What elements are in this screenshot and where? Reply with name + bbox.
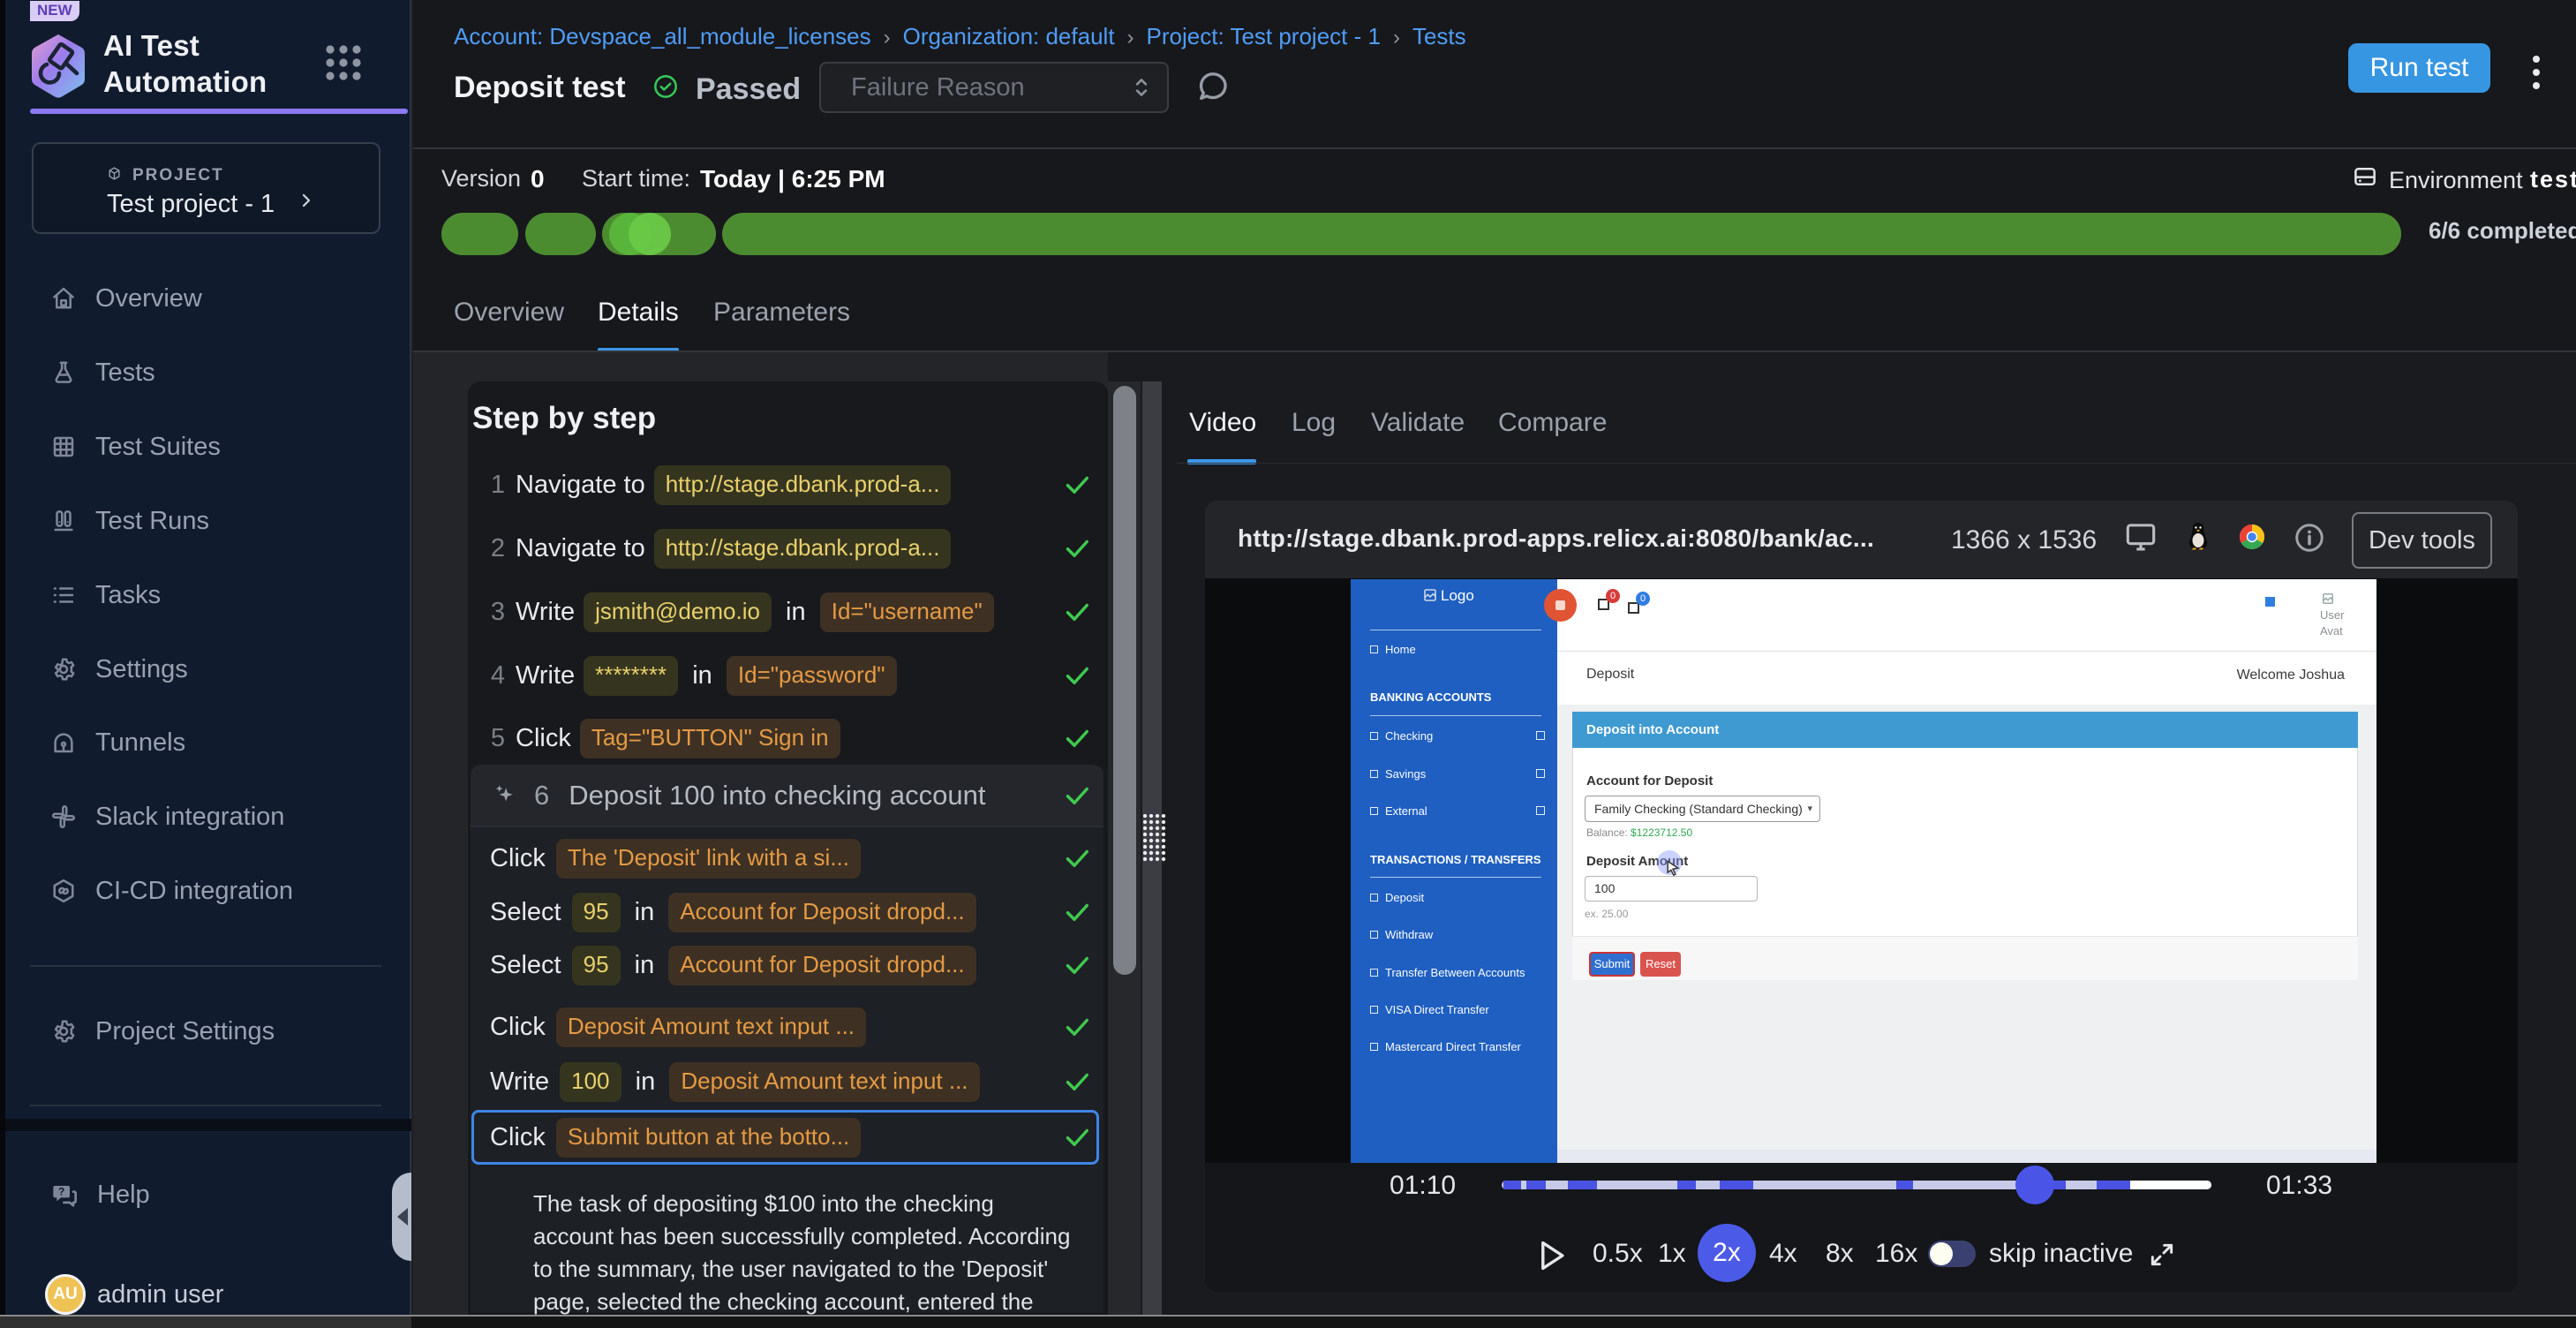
svg-text:?: ?	[58, 1185, 64, 1197]
